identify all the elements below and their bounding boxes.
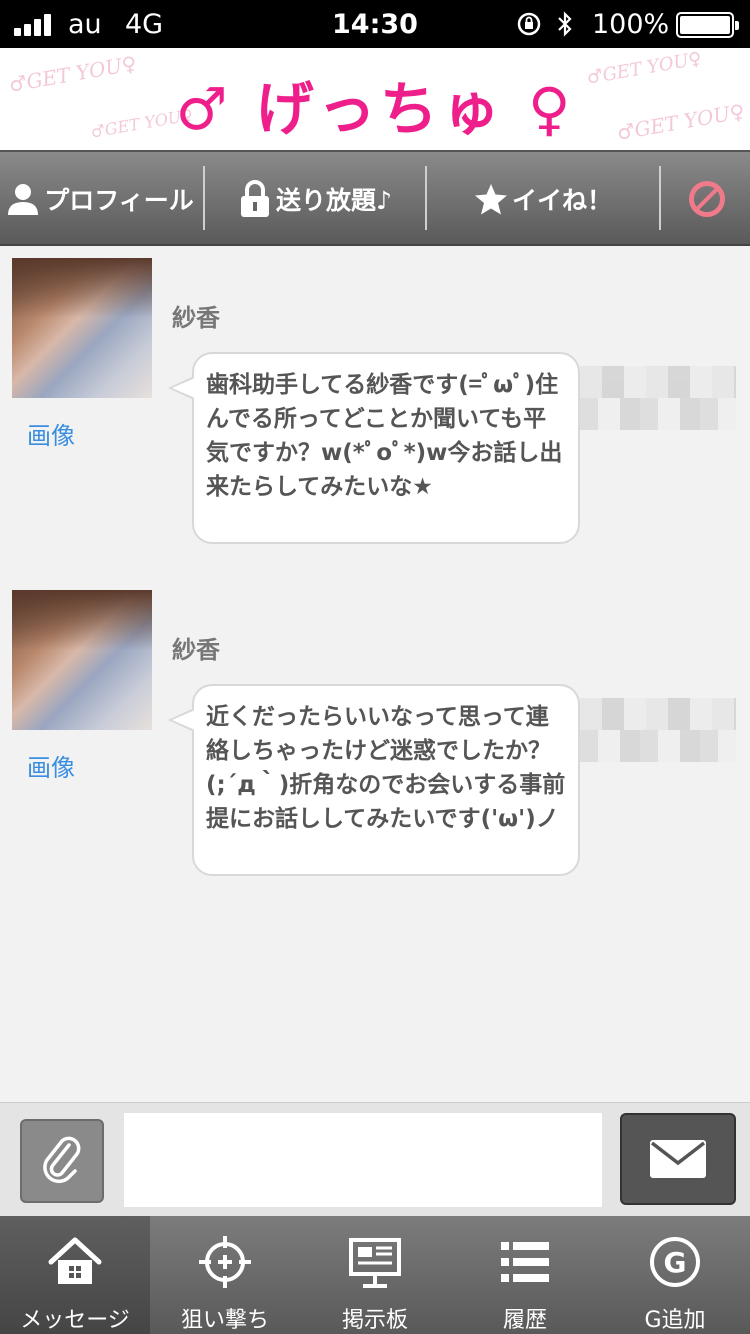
message-bubble: 近くだったらいいなって思って連絡しちゃったけど迷惑でしたか？(;´д｀)折角なの… (168, 684, 580, 876)
message-bubble: 歯科助手してる紗香です(=ﾟωﾟ)住んでる所ってどことか聞いても平気ですか？w(… (168, 352, 580, 544)
message-input[interactable] (124, 1113, 602, 1207)
tab-bar: メッセージ 狙い撃ち 掲示板 履歴 G G追加 (0, 1216, 750, 1334)
message-item: 画像 紗香 歯科助手してる紗香です(=ﾟωﾟ)住んでる所ってどことか聞いても平気… (0, 246, 750, 546)
message-thread[interactable]: 画像 紗香 歯科助手してる紗香です(=ﾟωﾟ)住んでる所ってどことか聞いても平気… (0, 246, 750, 1102)
svg-text:G: G (664, 1246, 687, 1279)
star-icon (474, 184, 507, 215)
battery-icon (676, 12, 739, 38)
tab-label: G追加 (644, 1308, 706, 1333)
like-button[interactable]: イイね！ (429, 152, 657, 246)
tab-target[interactable]: 狙い撃ち (150, 1216, 300, 1334)
envelope-icon (650, 1140, 706, 1178)
profile-label: プロフィール (44, 186, 194, 215)
battery-percent: 100% (592, 9, 670, 40)
send-button[interactable] (620, 1113, 736, 1205)
tab-messages[interactable]: メッセージ (0, 1216, 150, 1334)
divider (425, 166, 427, 230)
like-label: イイね！ (511, 186, 612, 215)
tab-label: 狙い撃ち (180, 1308, 269, 1333)
divider (203, 166, 205, 230)
compose-bar (0, 1102, 750, 1216)
tab-g-add[interactable]: G G追加 (600, 1216, 750, 1334)
sender-name: 紗香 (172, 304, 220, 332)
home-icon (48, 1237, 102, 1284)
image-link[interactable]: 画像 (27, 416, 75, 451)
app-logo: ♂ げっちゅ ♀ (175, 75, 575, 143)
block-button[interactable] (663, 152, 750, 246)
blurred-timestamp (580, 366, 736, 430)
orientation-lock-icon (517, 12, 541, 36)
sender-name: 紗香 (172, 636, 220, 664)
target-icon (199, 1236, 251, 1288)
tab-board[interactable]: 掲示板 (300, 1216, 450, 1334)
board-icon (349, 1238, 401, 1288)
unlimited-label: 送り放題♪ (276, 186, 392, 215)
tab-history[interactable]: 履歴 (450, 1216, 600, 1334)
g-circle-icon: G (650, 1237, 700, 1287)
message-item: 画像 紗香 近くだったらいいなって思って連絡しちゃったけど迷惑でしたか？(;´д… (0, 578, 750, 878)
block-icon (688, 181, 725, 217)
attach-button[interactable] (20, 1119, 104, 1203)
tab-label: 掲示板 (341, 1308, 408, 1333)
avatar[interactable] (12, 590, 152, 730)
status-bar: au 4G 14:30 100% (0, 0, 750, 48)
avatar[interactable] (12, 258, 152, 398)
list-icon (501, 1242, 549, 1282)
divider (659, 166, 661, 230)
paperclip-icon (43, 1136, 81, 1184)
tab-label: 履歴 (502, 1308, 547, 1333)
lock-icon (241, 180, 270, 217)
app-header: ♂GET YOU♀ ♂GET YOU♀ ♂GET YOU♀ ♂GET YOU♀ … (0, 48, 750, 152)
image-link[interactable]: 画像 (27, 748, 75, 783)
user-icon (8, 184, 39, 215)
app-screen: au 4G 14:30 100% ♂GET YOU♀ ♂GET YOU♀ ♂GE… (0, 0, 750, 1334)
tab-label: メッセージ (20, 1308, 130, 1333)
blurred-timestamp (580, 698, 736, 762)
unlimited-button[interactable]: 送り放題♪ (207, 152, 423, 246)
bluetooth-icon (558, 11, 572, 37)
profile-button[interactable]: プロフィール (0, 152, 200, 246)
profile-action-bar: プロフィール 送り放題♪ イイね！ (0, 152, 750, 246)
